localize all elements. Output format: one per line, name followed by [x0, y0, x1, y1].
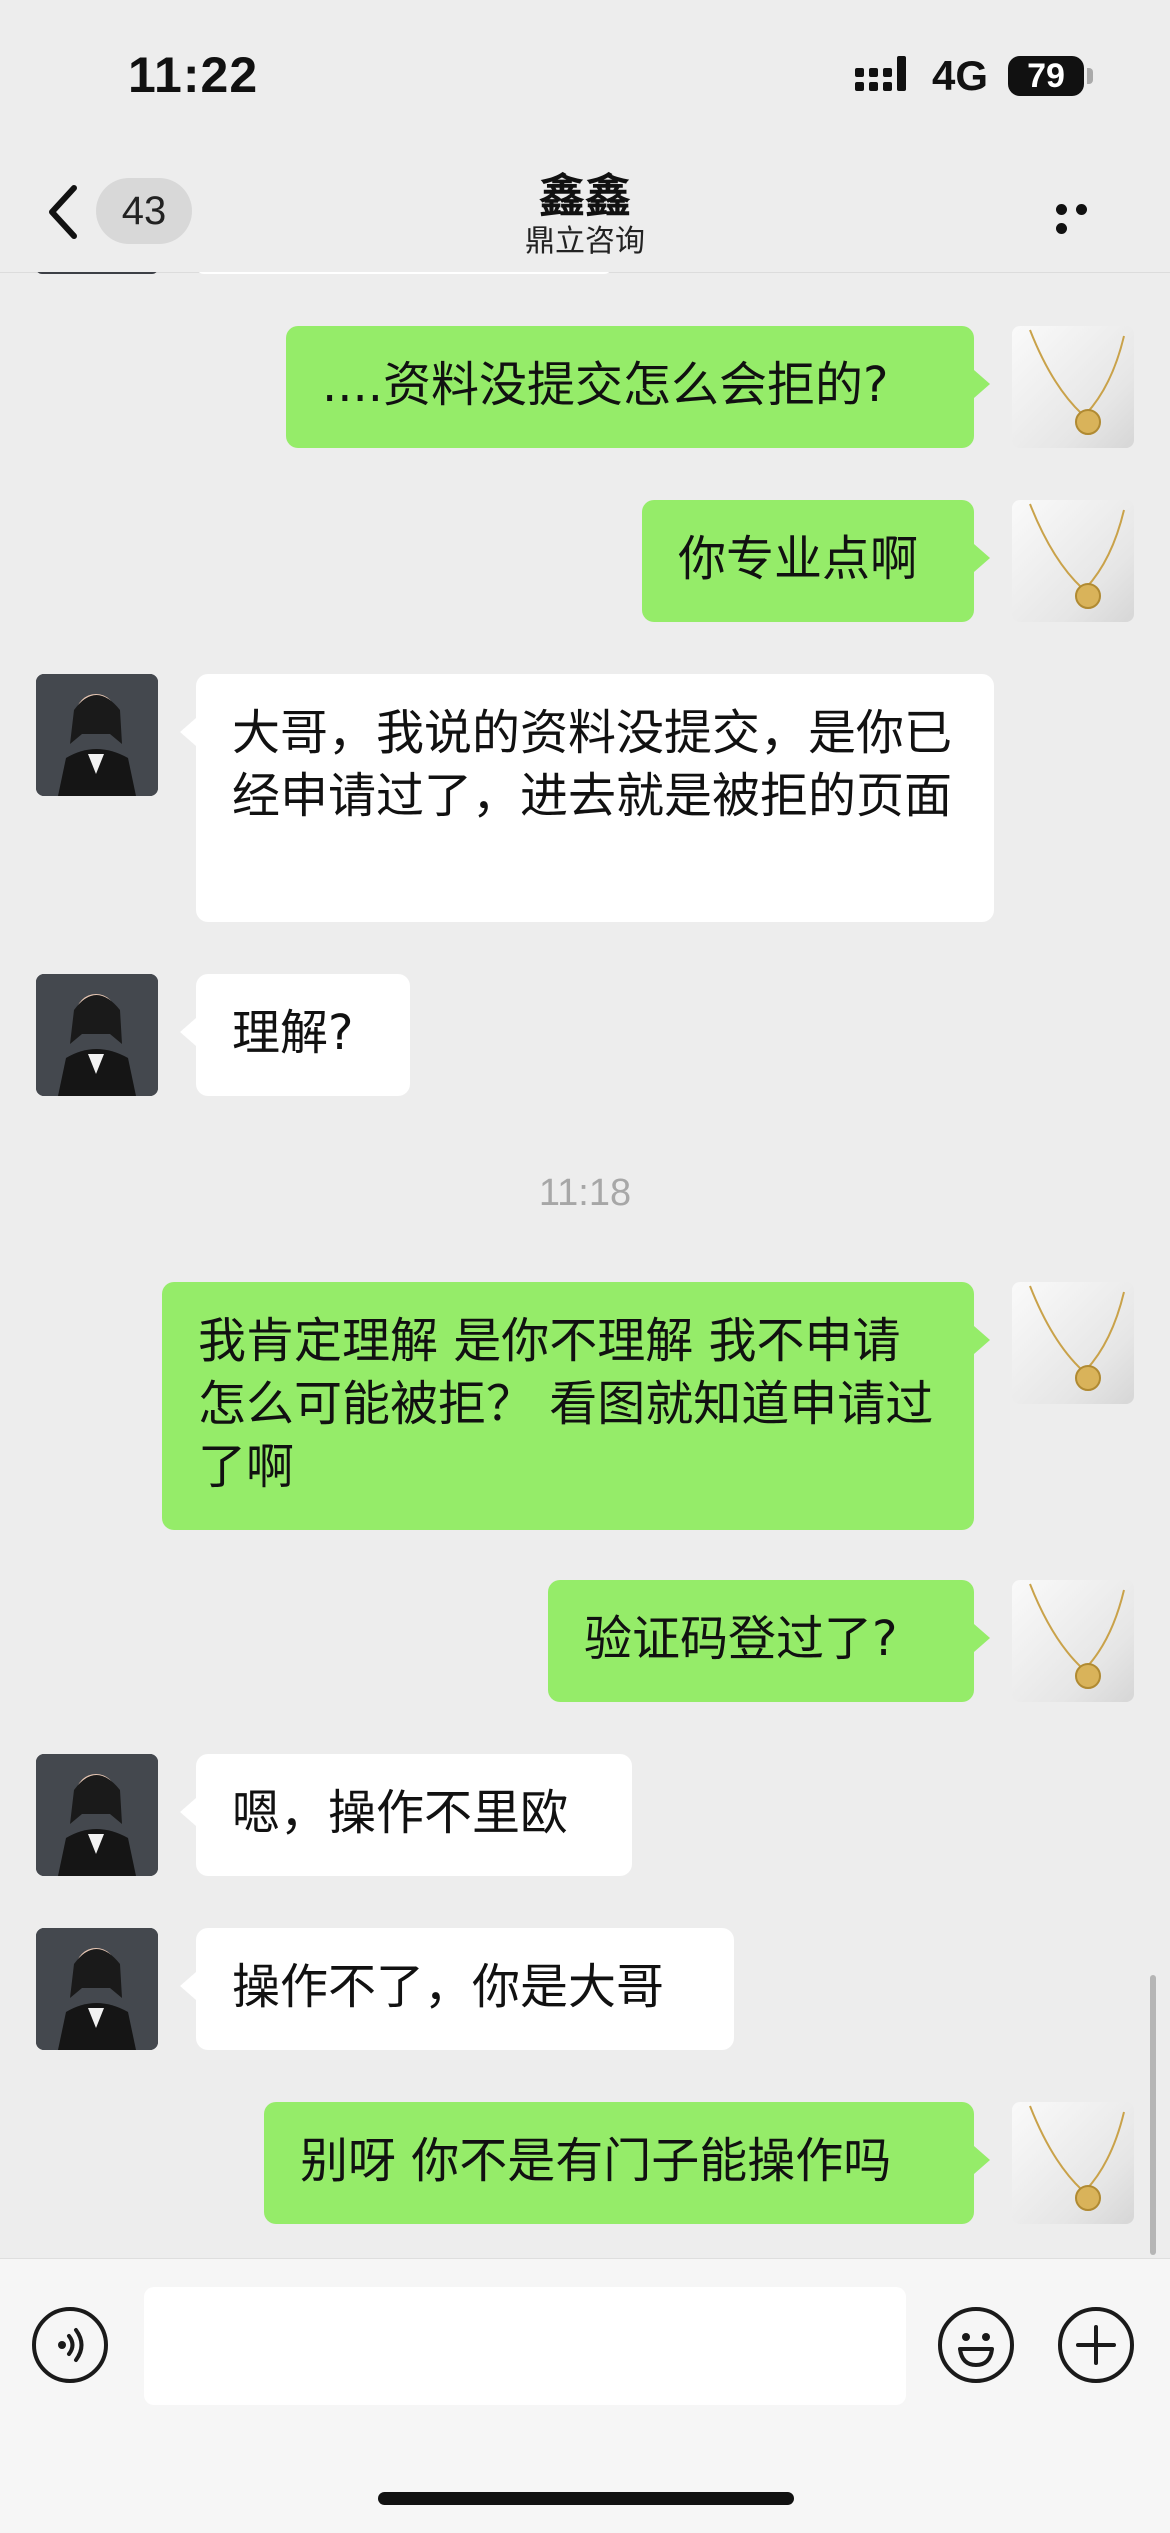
emoji-icon[interactable]: [938, 2307, 1014, 2383]
battery-level: 79: [1008, 56, 1084, 96]
sent-message-bubble[interactable]: ....资料没提交怎么会拒的?: [286, 326, 974, 448]
voice-icon[interactable]: [32, 2307, 108, 2383]
person-avatar-icon: [36, 974, 158, 1096]
bubble-tail: [974, 370, 990, 398]
message-timestamp: 11:18: [538, 1172, 632, 1214]
person-avatar-icon: [36, 1928, 158, 2050]
status-bar: 11:22 4G 79: [0, 0, 1170, 150]
bubble-tail: [180, 1018, 196, 1046]
received-message-bubble[interactable]: 大哥，我说的资料没提交，是你已经申请过了，进去就是被拒的页面: [196, 674, 994, 922]
contact-avatar[interactable]: [36, 1928, 158, 2050]
bubble-tail: [974, 1624, 990, 1652]
received-message-bubble[interactable]: 操作不了，你是大哥: [196, 1928, 734, 2050]
received-message-bubble[interactable]: 理解?: [196, 974, 410, 1096]
chat-scrollbar[interactable]: [1150, 1975, 1156, 2255]
my-avatar[interactable]: [1012, 1282, 1134, 1404]
contact-company: 鼎立咨询: [525, 224, 645, 259]
my-avatar[interactable]: [1012, 1580, 1134, 1702]
my-avatar[interactable]: [1012, 326, 1134, 448]
chat-header: 43 鑫鑫 鼎立咨询: [0, 150, 1170, 273]
more-dots-icon[interactable]: [1056, 200, 1114, 234]
contact-avatar[interactable]: [36, 674, 158, 796]
message-list[interactable]: ....资料没提交怎么会拒的? 你专业点啊 大哥，我说的资料没提交，是你已经申请…: [0, 272, 1170, 2258]
necklace-avatar-icon: [1029, 503, 1125, 609]
bubble-tail: [974, 2146, 990, 2174]
battery-tip: [1087, 68, 1093, 84]
home-indicator[interactable]: [378, 2492, 794, 2505]
status-time: 11:22: [128, 47, 259, 103]
received-message-bubble[interactable]: 嗯，操作不里欧: [196, 1754, 632, 1876]
person-avatar-icon: [36, 1754, 158, 1876]
necklace-avatar-icon: [1029, 2105, 1125, 2211]
bubble-tail: [974, 1326, 990, 1354]
contact-avatar[interactable]: [36, 974, 158, 1096]
bubble-tail: [180, 1798, 196, 1826]
signal-icon: [855, 56, 906, 91]
necklace-avatar-icon: [1029, 329, 1125, 435]
bubble-tail: [180, 1972, 196, 2000]
my-avatar[interactable]: [1012, 2102, 1134, 2224]
previous-avatar-partial: [36, 272, 158, 274]
message-input[interactable]: [144, 2287, 906, 2405]
bubble-tail: [180, 718, 196, 746]
sent-message-bubble[interactable]: 我肯定理解 是你不理解 我不申请怎么可能被拒？ 看图就知道申请过了啊: [162, 1282, 974, 1530]
necklace-avatar-icon: [1029, 1285, 1125, 1391]
necklace-avatar-icon: [1029, 1583, 1125, 1689]
network-type: 4G: [932, 52, 989, 99]
contact-avatar[interactable]: [36, 1754, 158, 1876]
person-avatar-icon: [36, 674, 158, 796]
previous-bubble-partial: [196, 272, 612, 274]
sent-message-bubble[interactable]: 别呀 你不是有门子能操作吗: [264, 2102, 974, 2224]
my-avatar[interactable]: [1012, 500, 1134, 622]
sent-message-bubble[interactable]: 你专业点啊: [642, 500, 974, 622]
plus-icon[interactable]: [1058, 2307, 1134, 2383]
sent-message-bubble[interactable]: 验证码登过了?: [548, 1580, 974, 1702]
bubble-tail: [974, 544, 990, 572]
